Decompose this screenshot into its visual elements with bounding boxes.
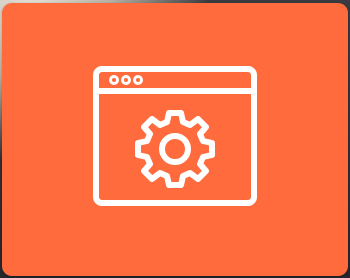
gear-hole — [159, 133, 191, 165]
window-dot-2 — [121, 75, 131, 85]
browser-settings-icon-svg — [93, 66, 257, 206]
screenshot-backdrop — [0, 0, 350, 278]
gear-outline — [135, 110, 215, 188]
gear-icon — [135, 110, 215, 188]
window-dot-3 — [133, 75, 143, 85]
browser-settings-icon — [90, 63, 260, 209]
window-dot-1 — [109, 75, 119, 85]
